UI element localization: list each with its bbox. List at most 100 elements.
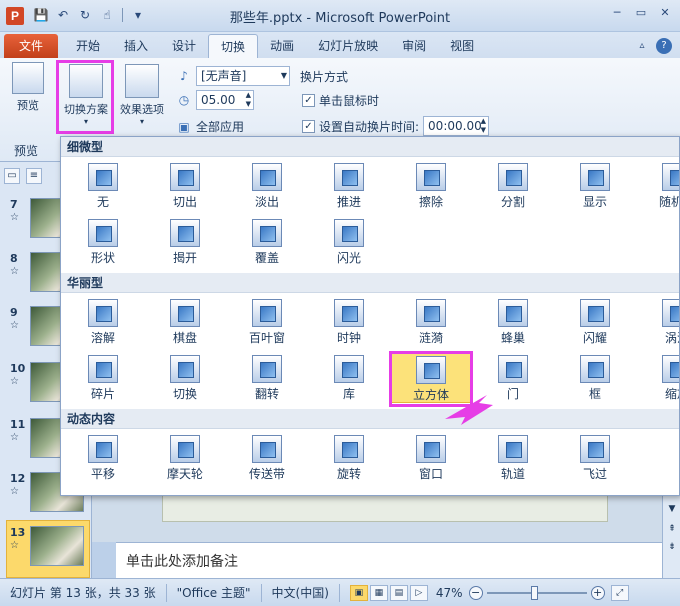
transition-label: 涟漪 bbox=[418, 331, 443, 345]
chevron-down-icon: ▾ bbox=[139, 117, 144, 126]
transition-exciting-14[interactable]: 框 bbox=[555, 351, 635, 403]
transition-dynamic-2[interactable]: 传送带 bbox=[227, 431, 307, 483]
transition-dynamic-1[interactable]: 摩天轮 bbox=[145, 431, 225, 483]
powerpoint-icon[interactable]: P bbox=[6, 7, 24, 25]
normal-view-icon[interactable]: ▣ bbox=[349, 584, 368, 601]
duration-spinner[interactable]: 05.00 ▲ ▼ bbox=[196, 90, 254, 110]
transition-subtle-10[interactable]: 覆盖 bbox=[227, 215, 307, 267]
transition-subtle-8[interactable]: 形状 bbox=[63, 215, 143, 267]
transition-subtle-0[interactable]: 无 bbox=[63, 159, 143, 211]
transition-label: 揭开 bbox=[172, 251, 197, 265]
transition-subtle-2[interactable]: 淡出 bbox=[227, 159, 307, 211]
slide-sorter-icon[interactable]: ▦ bbox=[369, 584, 388, 601]
next-slide-icon[interactable]: ⇟ bbox=[665, 540, 679, 554]
transition-subtle-9[interactable]: 揭开 bbox=[145, 215, 225, 267]
effect-options-button[interactable]: 效果选项 ▾ bbox=[116, 62, 168, 126]
zoom-out-icon[interactable]: − bbox=[468, 585, 483, 600]
transition-thumbnail-icon bbox=[498, 435, 528, 463]
transition-exciting-0[interactable]: 溶解 bbox=[63, 295, 143, 347]
theme-name[interactable]: "Office 主题" bbox=[167, 583, 262, 602]
transition-dynamic-3[interactable]: 旋转 bbox=[309, 431, 389, 483]
sound-value: [无声音] bbox=[201, 69, 247, 83]
preview-button[interactable]: 预览 bbox=[6, 62, 50, 113]
sound-select[interactable]: [无声音] ▼ bbox=[196, 66, 290, 86]
auto-time-spinner[interactable]: 00:00.00 ▲ ▼ bbox=[423, 116, 490, 136]
zoom-knob[interactable] bbox=[530, 585, 538, 600]
transition-exciting-7[interactable]: 涡流 bbox=[637, 295, 679, 347]
tab-insert[interactable]: 插入 bbox=[112, 34, 160, 58]
transition-exciting-9[interactable]: 切换 bbox=[145, 351, 225, 403]
transition-thumbnail-icon bbox=[170, 355, 200, 383]
advance-title-label: 换片方式 bbox=[300, 70, 349, 84]
restore-button[interactable]: ▭ bbox=[630, 4, 652, 22]
slide-canvas[interactable] bbox=[162, 492, 608, 522]
transition-exciting-3[interactable]: 时钟 bbox=[309, 295, 389, 347]
pointer-arrow-icon bbox=[445, 395, 493, 425]
transition-subtle-7[interactable]: 随机线 bbox=[637, 159, 679, 211]
zoom-percent[interactable]: 47% bbox=[436, 586, 463, 600]
zoom-slider[interactable] bbox=[486, 585, 587, 601]
touch-icon[interactable]: ☝ bbox=[98, 6, 116, 24]
transition-subtle-5[interactable]: 分割 bbox=[473, 159, 553, 211]
tab-transitions[interactable]: 切换 bbox=[208, 34, 259, 58]
transition-dynamic-5[interactable]: 轨道 bbox=[473, 431, 553, 483]
transition-thumbnail-icon bbox=[170, 435, 200, 463]
previous-slide-icon[interactable]: ⇞ bbox=[665, 522, 679, 536]
on-click-checkbox[interactable]: ✓ bbox=[302, 94, 315, 107]
tab-review[interactable]: 审阅 bbox=[390, 34, 438, 58]
transition-dynamic-0[interactable]: 平移 bbox=[63, 431, 143, 483]
clock-icon: ◷ bbox=[178, 93, 190, 107]
zoom-in-icon[interactable]: + bbox=[590, 585, 605, 600]
transition-exciting-1[interactable]: 棋盘 bbox=[145, 295, 225, 347]
help-icon[interactable]: ? bbox=[656, 38, 672, 54]
transition-exciting-4[interactable]: 涟漪 bbox=[391, 295, 471, 347]
close-button[interactable]: ✕ bbox=[654, 4, 676, 22]
undo-icon[interactable]: ↶ bbox=[54, 6, 72, 24]
apply-all-button[interactable]: ▣ 全部应用 bbox=[176, 118, 244, 135]
tab-view[interactable]: 视图 bbox=[438, 34, 486, 58]
transition-exciting-15[interactable]: 缩放 bbox=[637, 351, 679, 403]
transition-exciting-2[interactable]: 百叶窗 bbox=[227, 295, 307, 347]
scroll-down-icon[interactable]: ▼ bbox=[665, 502, 679, 516]
auto-time-value: 00:00.00 bbox=[428, 119, 482, 133]
reading-view-icon[interactable]: ▤ bbox=[389, 584, 408, 601]
transition-exciting-11[interactable]: 库 bbox=[309, 351, 389, 403]
auto-advance-checkbox[interactable]: ✓ bbox=[302, 119, 315, 133]
chevron-down-icon: ▼ bbox=[280, 71, 287, 80]
spinner-arrows-icon[interactable]: ▲ ▼ bbox=[481, 117, 486, 135]
transition-thumbnail-icon bbox=[88, 299, 118, 327]
transition-subtle-11[interactable]: 闪光 bbox=[309, 215, 389, 267]
transition-subtle-4[interactable]: 擦除 bbox=[391, 159, 471, 211]
tab-home[interactable]: 开始 bbox=[64, 34, 112, 58]
tab-slideshow[interactable]: 幻灯片放映 bbox=[306, 34, 390, 58]
transition-exciting-6[interactable]: 闪耀 bbox=[555, 295, 635, 347]
tab-animations[interactable]: 动画 bbox=[258, 34, 306, 58]
language[interactable]: 中文(中国) bbox=[262, 583, 340, 602]
tab-design[interactable]: 设计 bbox=[160, 34, 208, 58]
slideshow-view-icon[interactable]: ▷ bbox=[409, 584, 428, 601]
outline-tab-icon[interactable]: ≡ bbox=[26, 168, 42, 184]
transition-label: 擦除 bbox=[418, 195, 443, 209]
tab-file[interactable]: 文件 bbox=[4, 34, 58, 58]
transition-exciting-8[interactable]: 碎片 bbox=[63, 351, 143, 403]
transition-label: 平移 bbox=[90, 467, 115, 481]
transition-subtle-1[interactable]: 切出 bbox=[145, 159, 225, 211]
transition-subtle-6[interactable]: 显示 bbox=[555, 159, 635, 211]
transition-label: 百叶窗 bbox=[248, 331, 285, 345]
fit-window-icon[interactable]: ⤢ bbox=[610, 584, 629, 601]
transition-label: 蜂巢 bbox=[500, 331, 525, 345]
notes-pane[interactable]: 单击此处添加备注 bbox=[116, 542, 662, 578]
collapse-ribbon-icon[interactable]: ▵ bbox=[634, 38, 650, 54]
save-icon[interactable]: 💾 bbox=[32, 6, 50, 24]
customize-icon[interactable]: ▾ bbox=[129, 6, 147, 24]
transition-exciting-10[interactable]: 翻转 bbox=[227, 351, 307, 403]
transition-subtle-3[interactable]: 推进 bbox=[309, 159, 389, 211]
transition-exciting-5[interactable]: 蜂巢 bbox=[473, 295, 553, 347]
redo-icon[interactable]: ↻ bbox=[76, 6, 94, 24]
slides-tab-icon[interactable]: ▭ bbox=[4, 168, 20, 184]
help-controls: ▵ ? bbox=[634, 38, 672, 54]
transition-dynamic-4[interactable]: 窗口 bbox=[391, 431, 471, 483]
minimize-button[interactable]: ─ bbox=[606, 4, 628, 22]
spinner-arrows-icon[interactable]: ▲ ▼ bbox=[246, 91, 251, 109]
transition-dynamic-6[interactable]: 飞过 bbox=[555, 431, 635, 483]
